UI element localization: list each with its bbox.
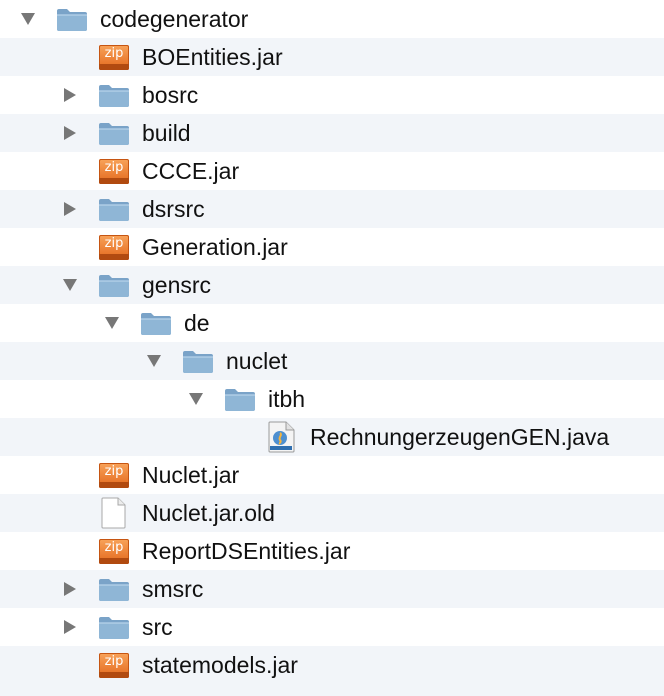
tree-item-label: itbh bbox=[268, 386, 306, 412]
zip-icon: zip bbox=[97, 646, 131, 684]
tree-row[interactable]: RechnungerzeugenGEN.java bbox=[0, 418, 664, 456]
tree-row[interactable]: zip Nuclet.jar bbox=[0, 456, 664, 494]
zip-badge-text: zip bbox=[104, 653, 124, 669]
disclosure-expanded-icon[interactable] bbox=[186, 380, 206, 418]
tree-item-label: BOEntities.jar bbox=[142, 44, 283, 70]
zip-badge-text: zip bbox=[104, 463, 124, 479]
folder-icon bbox=[139, 304, 173, 342]
zip-badge-text: zip bbox=[104, 235, 124, 251]
tree-item-label: dsrsrc bbox=[142, 196, 205, 222]
tree-row[interactable]: Nuclet.jar.old bbox=[0, 494, 664, 532]
tree-row[interactable]: nuclet bbox=[0, 342, 664, 380]
zip-icon: zip bbox=[97, 38, 131, 76]
zip-icon: zip bbox=[97, 456, 131, 494]
tree-item-label: nuclet bbox=[226, 348, 288, 374]
zip-icon: zip bbox=[97, 228, 131, 266]
tree-row[interactable]: zip ReportDSEntities.jar bbox=[0, 532, 664, 570]
tree-row[interactable]: smsrc bbox=[0, 570, 664, 608]
zip-badge-text: zip bbox=[104, 539, 124, 555]
folder-icon bbox=[181, 342, 215, 380]
tree-row[interactable]: src bbox=[0, 608, 664, 646]
tree-row[interactable]: zip statemodels.jar bbox=[0, 646, 664, 684]
disclosure-collapsed-icon[interactable] bbox=[60, 570, 80, 608]
zip-icon: zip bbox=[97, 532, 131, 570]
folder-icon bbox=[55, 0, 89, 38]
folder-icon bbox=[97, 570, 131, 608]
tree-row[interactable]: zip CCCE.jar bbox=[0, 152, 664, 190]
tree-item-label: de bbox=[184, 310, 210, 336]
folder-icon bbox=[97, 190, 131, 228]
disclosure-collapsed-icon[interactable] bbox=[60, 76, 80, 114]
java-file-icon bbox=[265, 418, 299, 456]
tree-item-label: src bbox=[142, 614, 173, 640]
folder-icon bbox=[223, 380, 257, 418]
tree-item-label: statemodels.jar bbox=[142, 652, 298, 678]
disclosure-collapsed-icon[interactable] bbox=[60, 190, 80, 228]
tree-row[interactable]: build bbox=[0, 114, 664, 152]
disclosure-collapsed-icon[interactable] bbox=[60, 608, 80, 646]
folder-icon bbox=[97, 76, 131, 114]
folder-icon bbox=[97, 266, 131, 304]
tree-row[interactable]: de bbox=[0, 304, 664, 342]
tree-item-label: gensrc bbox=[142, 272, 212, 298]
folder-icon bbox=[97, 114, 131, 152]
tree-row[interactable]: zip Generation.jar bbox=[0, 228, 664, 266]
tree-item-label: bosrc bbox=[142, 82, 199, 108]
tree-item-label: codegenerator bbox=[100, 6, 249, 32]
zip-badge-text: zip bbox=[104, 159, 124, 175]
disclosure-expanded-icon[interactable] bbox=[18, 0, 38, 38]
tree-row[interactable]: codegenerator bbox=[0, 0, 664, 38]
tree-item-label: build bbox=[142, 120, 191, 146]
document-icon bbox=[97, 494, 131, 532]
tree-item-label: smsrc bbox=[142, 576, 204, 602]
file-tree: codegenerator zip BOEntities.jar bosrc build… bbox=[0, 0, 664, 696]
zip-icon: zip bbox=[97, 152, 131, 190]
tree-row[interactable]: dsrsrc bbox=[0, 190, 664, 228]
tree-row[interactable]: itbh bbox=[0, 380, 664, 418]
tree-item-label: Generation.jar bbox=[142, 234, 288, 260]
tree-item-label: Nuclet.jar bbox=[142, 462, 240, 488]
folder-icon bbox=[97, 608, 131, 646]
tree-row[interactable]: bosrc bbox=[0, 76, 664, 114]
disclosure-collapsed-icon[interactable] bbox=[60, 114, 80, 152]
zip-badge-text: zip bbox=[104, 45, 124, 61]
tree-item-label: RechnungerzeugenGEN.java bbox=[310, 424, 610, 450]
tree-row-partial bbox=[0, 684, 664, 696]
tree-item-label: CCCE.jar bbox=[142, 158, 240, 184]
disclosure-expanded-icon[interactable] bbox=[102, 304, 122, 342]
tree-item-label: Nuclet.jar.old bbox=[142, 500, 275, 526]
tree-row[interactable]: gensrc bbox=[0, 266, 664, 304]
tree-row[interactable]: zip BOEntities.jar bbox=[0, 38, 664, 76]
disclosure-expanded-icon[interactable] bbox=[144, 342, 164, 380]
tree-item-label: ReportDSEntities.jar bbox=[142, 538, 351, 564]
disclosure-expanded-icon[interactable] bbox=[60, 266, 80, 304]
